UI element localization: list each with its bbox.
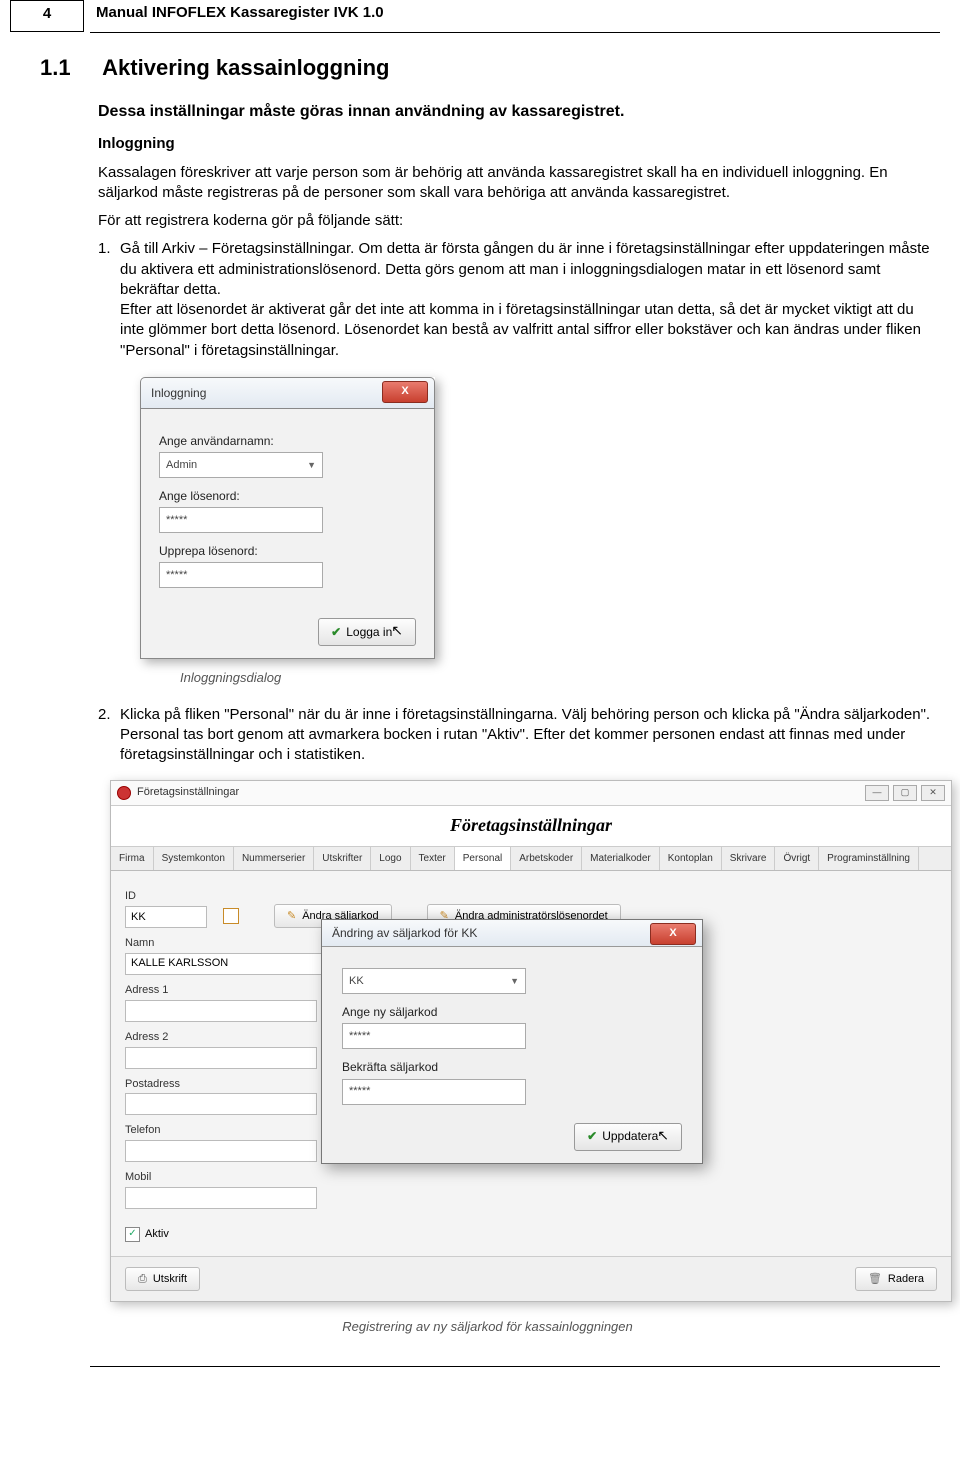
tab-arbetskoder[interactable]: Arbetskoder: [511, 847, 582, 871]
login-titlebar: Inloggning X: [140, 377, 435, 408]
company-settings-tabs: Firma Systemkonton Nummerserier Utskrift…: [111, 847, 951, 872]
header-rule: [90, 32, 940, 33]
chevron-down-icon: ▼: [510, 975, 519, 987]
company-settings-banner: Företagsinställningar: [111, 806, 951, 847]
window-close-button[interactable]: ✕: [921, 785, 945, 801]
printer-icon: ⎙: [138, 1272, 147, 1287]
login-button[interactable]: ✔ Logga in ↖: [318, 618, 416, 646]
tab-logo[interactable]: Logo: [371, 847, 410, 871]
manual-title: Manual INFOFLEX Kassaregister IVK 1.0: [96, 4, 384, 21]
password-repeat-value: *****: [166, 568, 187, 583]
step-number-1: 1.: [98, 239, 120, 361]
print-button-label: Utskrift: [153, 1272, 187, 1287]
modal-id-dropdown[interactable]: KK ▼: [342, 968, 526, 994]
update-button[interactable]: ✔ Uppdatera ↖: [574, 1123, 682, 1151]
tab-personal[interactable]: Personal: [455, 847, 511, 872]
telefon-input[interactable]: [125, 1140, 317, 1162]
app-icon: [117, 786, 131, 800]
modal-title: Ändring av säljarkod för KK: [332, 925, 477, 941]
tab-firma[interactable]: Firma: [111, 847, 154, 871]
check-icon: ✔: [331, 624, 341, 640]
password-repeat-input[interactable]: *****: [159, 562, 323, 588]
change-salescode-dialog: Ändring av säljarkod för KK X KK ▼ Ange …: [321, 919, 703, 1163]
paragraph-register-codes: För att registrera koderna gör på följan…: [98, 211, 935, 231]
lookup-icon[interactable]: [223, 908, 239, 924]
print-button[interactable]: ⎙ Utskrift: [125, 1267, 200, 1291]
namn-input[interactable]: KALLE KARLSSON: [125, 953, 327, 975]
username-dropdown[interactable]: Admin ▼: [159, 452, 323, 478]
tab-kontoplan[interactable]: Kontoplan: [660, 847, 722, 871]
login-dialog: Inloggning X Ange användarnamn: Admin ▼ …: [140, 377, 435, 660]
confirm-salescode-value: *****: [349, 1084, 370, 1099]
pencil-icon: ✎: [287, 909, 296, 924]
label-id: ID: [125, 889, 937, 904]
label-confirm-salescode: Bekräfta säljarkod: [342, 1059, 682, 1075]
maximize-button[interactable]: ▢: [893, 785, 917, 801]
login-button-label: Logga in: [346, 624, 392, 640]
username-value: Admin: [166, 458, 197, 473]
tab-ovrigt[interactable]: Övrigt: [775, 847, 819, 871]
password-value: *****: [166, 513, 187, 528]
tab-utskrifter[interactable]: Utskrifter: [314, 847, 371, 871]
label-username: Ange användarnamn:: [159, 433, 416, 449]
aktiv-label: Aktiv: [145, 1227, 169, 1242]
new-salescode-value: *****: [349, 1029, 370, 1044]
label-password-repeat: Upprepa lösenord:: [159, 543, 416, 559]
caption-salescode-registration: Registrering av ny säljarkod för kassain…: [40, 1318, 935, 1336]
check-icon: ✔: [587, 1128, 597, 1144]
id-value: KK: [131, 910, 146, 925]
namn-value: KALLE KARLSSON: [131, 956, 228, 971]
step-text-2: Klicka på fliken "Personal" när du är in…: [120, 705, 935, 766]
company-settings-window: Företagsinställningar — ▢ ✕ Företagsinst…: [110, 780, 952, 1302]
tab-texter[interactable]: Texter: [411, 847, 455, 871]
label-password: Ange lösenord:: [159, 488, 416, 504]
delete-button[interactable]: 🗑 Radera: [855, 1267, 937, 1291]
mobil-input[interactable]: [125, 1187, 317, 1209]
section-title: Aktivering kassainloggning: [102, 55, 389, 80]
id-input[interactable]: KK: [125, 906, 207, 928]
trash-icon: 🗑: [868, 1272, 882, 1287]
footer-rule: [90, 1366, 940, 1367]
aktiv-checkbox[interactable]: ✓: [125, 1227, 140, 1242]
label-mobil: Mobil: [125, 1170, 937, 1185]
company-settings-titlebar: Företagsinställningar — ▢ ✕: [111, 781, 951, 806]
new-salescode-input[interactable]: *****: [342, 1023, 526, 1049]
password-input[interactable]: *****: [159, 507, 323, 533]
close-button[interactable]: X: [382, 381, 428, 403]
modal-id-value: KK: [349, 974, 364, 989]
login-title: Inloggning: [151, 385, 206, 401]
adress2-input[interactable]: [125, 1047, 317, 1069]
chevron-down-icon: ▼: [307, 459, 316, 471]
tab-programinstallning[interactable]: Programinställning: [819, 847, 919, 871]
label-new-salescode: Ange ny säljarkod: [342, 1004, 682, 1020]
caption-login-dialog: Inloggningsdialog: [180, 669, 935, 687]
update-button-label: Uppdatera: [602, 1128, 658, 1144]
tab-nummerserier[interactable]: Nummerserier: [234, 847, 314, 871]
page-number-box: 4: [10, 0, 84, 32]
paragraph-kassalagen: Kassalagen föreskriver att varje person …: [98, 163, 935, 204]
subheading-inloggning: Inloggning: [98, 134, 935, 154]
section-number: 1.1: [40, 53, 98, 83]
tab-skrivare[interactable]: Skrivare: [722, 847, 776, 871]
cursor-icon: ↖: [657, 1126, 669, 1145]
modal-close-button[interactable]: X: [650, 923, 696, 945]
delete-button-label: Radera: [888, 1272, 924, 1287]
minimize-button[interactable]: —: [865, 785, 889, 801]
tab-materialkoder[interactable]: Materialkoder: [582, 847, 660, 871]
cursor-icon: ↖: [391, 621, 403, 640]
step-text-1: Gå till Arkiv – Företagsinställningar. O…: [120, 239, 935, 361]
section-intro: Dessa inställningar måste göras innan an…: [98, 101, 935, 123]
adress1-input[interactable]: [125, 1000, 317, 1022]
tab-systemkonton[interactable]: Systemkonton: [154, 847, 234, 871]
step-number-2: 2.: [98, 705, 120, 766]
company-settings-title: Företagsinställningar: [137, 785, 239, 800]
confirm-salescode-input[interactable]: *****: [342, 1079, 526, 1105]
postadress-input[interactable]: [125, 1093, 317, 1115]
